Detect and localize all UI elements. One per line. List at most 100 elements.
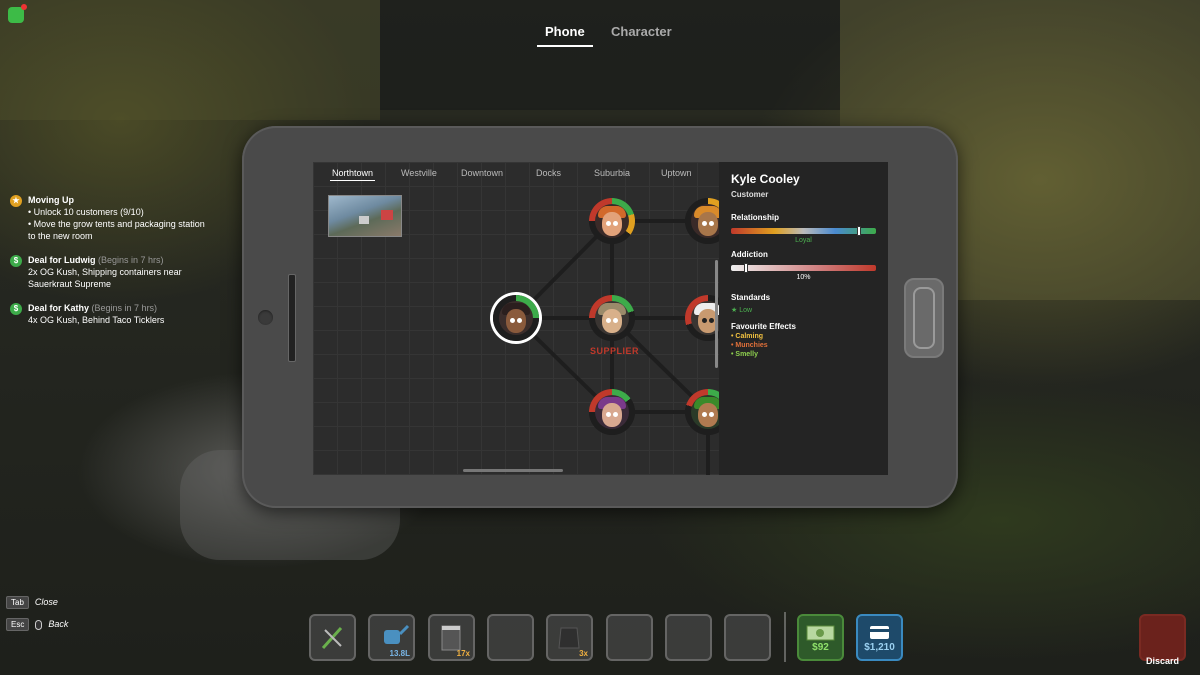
cash-slot[interactable]: $92 [797,614,844,661]
deal-icon: $ [10,303,22,315]
avatar-eye [510,318,515,323]
bank-slot[interactable]: $1,210 [856,614,903,661]
quest-list: ★ Moving Up • Unlock 10 customers (9/10)… [10,194,210,338]
avatar-skin [602,212,622,236]
slot-count: 13.8L [389,649,410,658]
map-horizontal-scrollbar[interactable] [463,469,563,472]
hotbar-slot-8[interactable] [724,614,771,661]
contact-avatar [595,204,629,238]
hotbar-slot-7[interactable] [665,614,712,661]
hotbar-slot-6[interactable] [606,614,653,661]
contact-role: Customer [731,190,769,199]
avatar-eye [613,318,618,323]
quest-deal-ludwig: $ Deal for Ludwig (Begins in 7 hrs) 2x O… [10,254,210,290]
relationship-label: Relationship [731,213,780,222]
addiction-bar [731,263,876,273]
contact-name: Kyle Cooley [731,172,800,186]
tab-character[interactable]: Character [611,24,672,39]
quest-moving-up: ★ Moving Up • Unlock 10 customers (9/10)… [10,194,210,242]
key-hint-back: Esc Back [6,618,68,631]
slot-count: 3x [579,649,588,658]
avatar-eye [702,221,707,226]
tab-key: Tab [6,596,29,609]
quest-deal-kathy: $ Deal for Kathy (Begins in 7 hrs) 4x OG… [10,302,210,326]
avatar-sunglasses [709,318,714,323]
contact-avatar [595,301,629,335]
avatar-skin [602,309,622,333]
quest-title: Deal for Kathy [28,303,90,313]
avatar-eye [709,412,714,417]
avatar-skin [698,212,718,236]
quest-title: Moving Up [28,195,74,205]
avatar-eye [606,412,611,417]
phone-camera [258,310,273,325]
trimmers-icon [321,626,343,650]
quest-title: Deal for Ludwig [28,255,96,265]
avatar-skin [506,309,526,333]
quest-line: 2x OG Kush, Shipping containers near Sau… [28,267,182,289]
standards-value: Low [739,307,753,314]
quest-line: 4x OG Kush, Behind Taco Ticklers [28,315,165,325]
favourite-effects-label: Favourite Effects [731,322,796,331]
addiction-marker [743,263,748,273]
effect-item: • Munchies [731,342,768,349]
hotbar-slot-4[interactable] [487,614,534,661]
supplier-label: SUPPLIER [590,346,640,356]
background-wall [0,0,380,120]
esc-key: Esc [6,618,30,631]
contact-node-kyle-cooley[interactable] [493,295,539,341]
avatar-sunglasses [702,318,707,323]
quest-subtitle: (Begins in 7 hrs) [91,303,158,313]
avatar-skin [602,403,622,427]
star-icon: ★ [10,195,22,207]
hotbar-slot-1[interactable] [309,614,356,661]
deal-icon: $ [10,255,22,267]
slot-count: 17x [456,649,470,658]
effect-item: • Calming [731,333,764,340]
contact-avatar [595,395,629,429]
avatar-eye [613,412,618,417]
bank-amount: $1,210 [864,642,895,653]
phone-screen: Northtown Westville Downtown Docks Subur… [313,162,888,475]
quest-line: • Move the grow tents and packaging stat… [28,219,205,241]
phone-home-button[interactable] [904,278,944,358]
standards-label: Standards [731,293,771,302]
contacts-map[interactable]: Northtown Westville Downtown Docks Subur… [313,162,731,475]
avatar-eye [709,221,714,226]
key-hint-label: Close [34,597,58,607]
avatar-eye [702,412,707,417]
cash-amount: $92 [812,642,829,653]
contact-avatar [499,301,533,335]
tab-character-label: Character [611,24,672,39]
map-vertical-scrollbar[interactable] [715,260,718,368]
contact-detail-panel: Kyle Cooley Customer Relationship Loyal … [719,162,888,475]
hotbar-slot-3[interactable]: 17x [428,614,475,661]
phone-speaker-slot [288,274,296,362]
contact-node[interactable] [589,198,635,244]
avatar-eye [606,221,611,226]
tab-phone[interactable]: Phone [537,24,593,47]
relationship-value: Loyal [795,237,812,244]
avatar-eye [613,221,618,226]
relationship-marker [856,226,861,236]
quest-subtitle: (Begins in 7 hrs) [98,255,164,265]
relationship-bar [731,226,876,236]
effect-item: • Smelly [731,351,758,358]
star-icon: ★ [731,307,738,314]
key-hint-label: Back [48,619,69,629]
tab-phone-label: Phone [545,24,585,39]
messages-icon[interactable] [8,4,27,23]
hotbar-slot-2[interactable]: 13.8L [368,614,415,661]
active-tab-underline [537,45,593,47]
mouse-icon [35,619,43,630]
hotbar-slot-5[interactable]: 3x [546,614,593,661]
addiction-label: Addiction [731,250,768,259]
key-hint-close: Tab Close [6,596,58,609]
quest-title-row: Deal for Kathy (Begins in 7 hrs) [28,302,210,314]
quest-title-row: Deal for Ludwig (Begins in 7 hrs) [28,254,210,266]
avatar-skin [698,403,718,427]
discard-slot[interactable] [1139,614,1186,661]
hotbar-divider [784,612,786,662]
contact-node[interactable] [589,389,635,435]
contact-node-supplier[interactable] [589,295,635,341]
